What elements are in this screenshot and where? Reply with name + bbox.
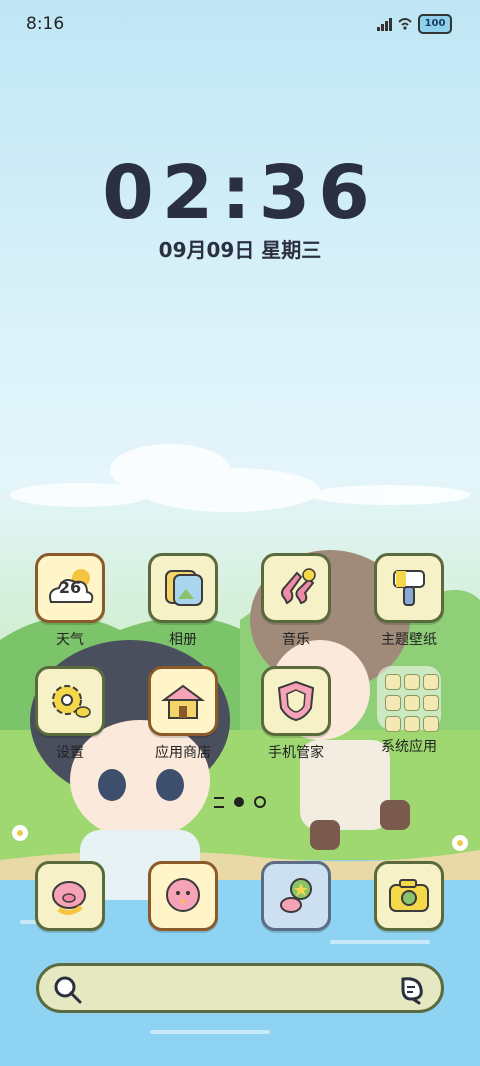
app-label: 相册 — [169, 632, 197, 648]
camera-icon — [374, 861, 444, 931]
app-store-house-icon — [148, 666, 218, 736]
page-indicator[interactable] — [0, 796, 480, 808]
app-settings[interactable]: 设置 — [20, 666, 120, 762]
phone-pig-icon — [35, 861, 105, 931]
voice-assistant-icon[interactable] — [397, 975, 427, 1005]
app-label: 应用商店 — [155, 745, 211, 761]
app-weather[interactable]: 26 天气 — [20, 553, 120, 649]
home-date[interactable]: 09月09日 星期三 — [0, 234, 480, 263]
app-label: 音乐 — [282, 632, 310, 648]
app-gallery[interactable]: 相册 — [133, 553, 233, 649]
app-theme[interactable]: 主题壁纸 — [359, 553, 459, 649]
signal-icon — [377, 17, 392, 31]
app-label: 手机管家 — [268, 745, 324, 761]
weather-temp: 26 — [58, 578, 82, 597]
page-indicator-other[interactable] — [254, 796, 266, 808]
gallery-icon — [148, 553, 218, 623]
app-label: 系统应用 — [381, 739, 437, 755]
app-music[interactable]: 音乐 — [246, 553, 346, 649]
messages-chick-icon — [148, 861, 218, 931]
dock-browser[interactable] — [246, 861, 346, 931]
status-icons: 100 — [377, 14, 452, 34]
page-indicator-current[interactable] — [234, 797, 244, 807]
app-label: 天气 — [56, 632, 84, 648]
app-label: 主题壁纸 — [381, 632, 437, 648]
browser-star-icon — [261, 861, 331, 931]
status-time: 8:16 — [26, 14, 65, 34]
music-icon — [261, 553, 331, 623]
app-store[interactable]: 应用商店 — [133, 666, 233, 762]
app-system-folder[interactable]: 系统应用 — [359, 666, 459, 756]
app-label: 设置 — [56, 745, 84, 761]
theme-brush-icon — [374, 553, 444, 623]
dock-messages[interactable] — [133, 861, 233, 931]
settings-gear-icon — [35, 666, 105, 736]
dock-phone[interactable] — [20, 861, 120, 931]
status-bar: 8:16 100 — [0, 0, 480, 48]
system-apps-folder-icon — [377, 666, 441, 732]
page-indicator-menu[interactable] — [214, 796, 224, 808]
battery-icon: 100 — [418, 14, 452, 34]
app-phone-manager[interactable]: 手机管家 — [246, 666, 346, 762]
wifi-icon — [398, 18, 412, 30]
phone-manager-shield-icon — [261, 666, 331, 736]
home-clock[interactable]: 02:36 — [0, 150, 480, 236]
search-icon[interactable] — [53, 975, 83, 1005]
search-bar[interactable] — [36, 963, 444, 1013]
dock-camera[interactable] — [359, 861, 459, 931]
weather-icon: 26 — [35, 553, 105, 623]
